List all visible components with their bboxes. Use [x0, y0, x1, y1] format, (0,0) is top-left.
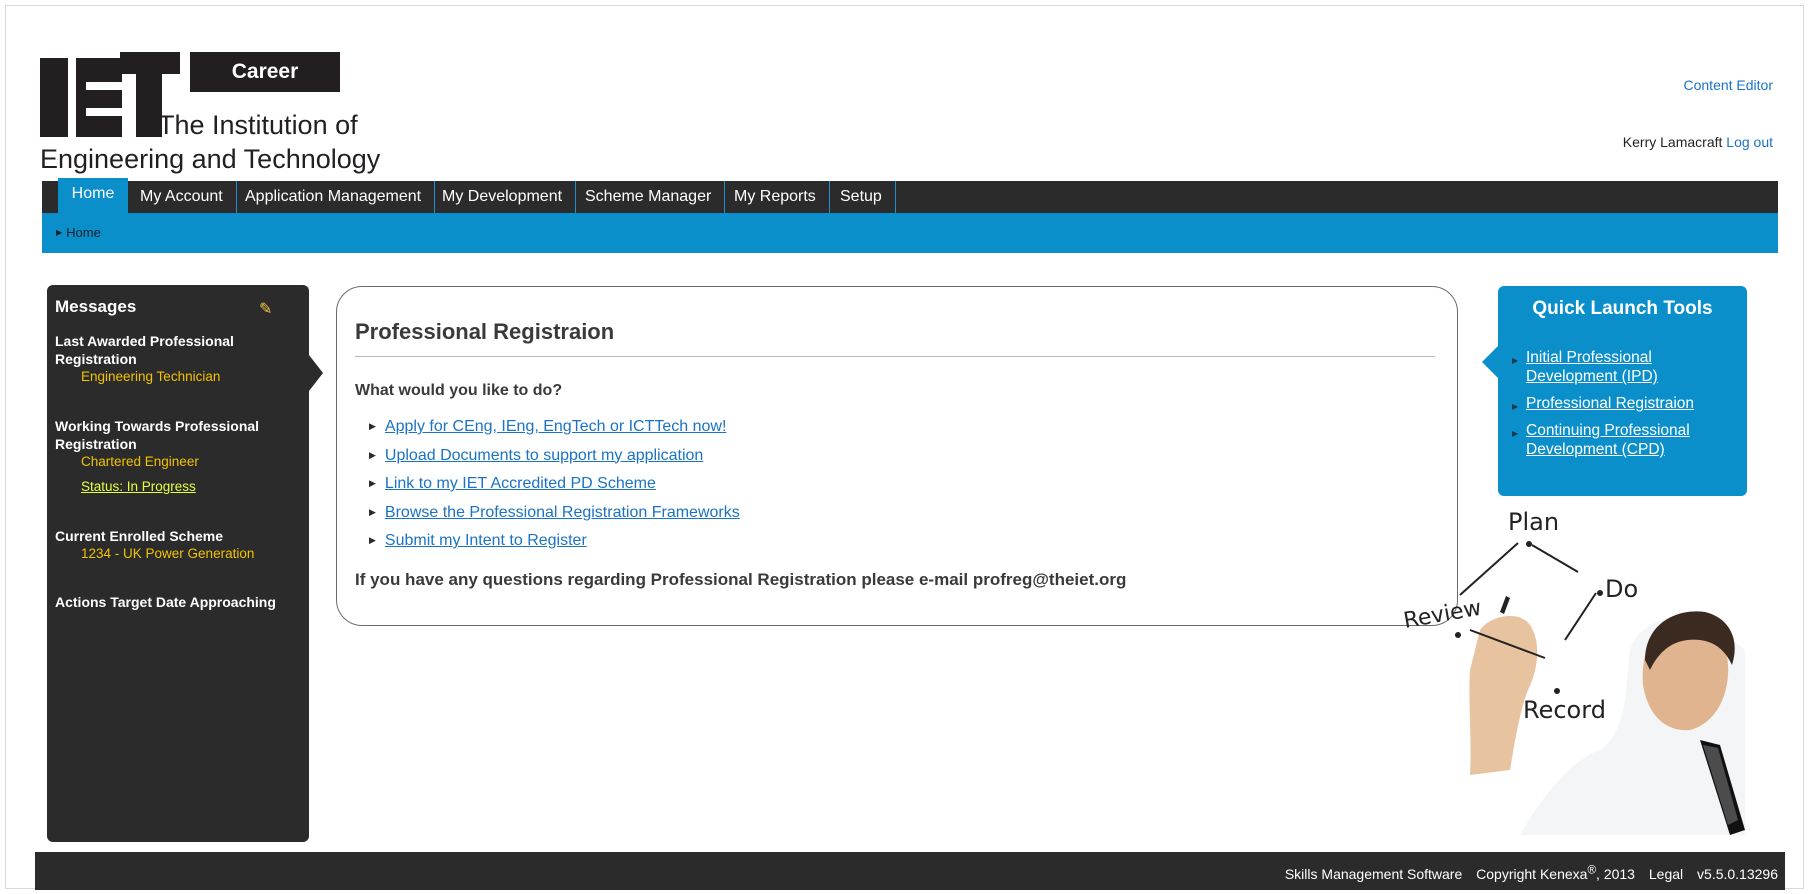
tab-home[interactable]: Home	[58, 178, 128, 213]
current-scheme-value: 1234 - UK Power Generation	[81, 546, 255, 561]
tab-application-management[interactable]: Application Management	[245, 181, 436, 213]
professional-registration-panel: Professional Registraion What would you …	[336, 286, 1458, 626]
record-label: Record	[1523, 696, 1606, 724]
footer-bar: Skills Management Software Copyright Ken…	[35, 852, 1785, 890]
list-item: Browse the Professional Registration Fra…	[369, 504, 740, 533]
tab-scheme-manager[interactable]: Scheme Manager	[585, 181, 726, 213]
quick-launch-panel: Quick Launch Tools Initial Professional …	[1482, 286, 1747, 496]
contact-text: If you have any questions regarding Prof…	[355, 570, 1127, 589]
messages-title: Messages	[55, 297, 137, 316]
plan-label: Plan	[1508, 508, 1559, 536]
iet-career-manager-logo[interactable]: Career Manager The Institution of Engine…	[40, 52, 380, 177]
list-item: Continuing Professional Development (CPD…	[1512, 421, 1737, 459]
quick-launch-title: Quick Launch Tools	[1532, 298, 1713, 319]
browse-frameworks-link[interactable]: Browse the Professional Registration Fra…	[385, 504, 740, 521]
list-item: Apply for CEng, IEng, EngTech or ICTTech…	[369, 418, 740, 447]
content-editor-link[interactable]: Content Editor	[1684, 77, 1774, 93]
action-list: Apply for CEng, IEng, EngTech or ICTTech…	[369, 418, 740, 561]
footer-copyright: Copyright Kenexa®, 2013	[1476, 863, 1635, 882]
copyright-prefix: Copyright Kenexa	[1476, 865, 1588, 882]
actions-target-label: Actions Target Date Approaching	[55, 594, 276, 610]
main-nav: Home My Account Application Management M…	[42, 178, 1778, 213]
tab-my-account[interactable]: My Account	[140, 181, 237, 213]
quick-launch-list: Initial Professional Development (IPD) P…	[1512, 348, 1737, 467]
apply-link[interactable]: Apply for CEng, IEng, EngTech or ICTTech…	[385, 418, 727, 435]
copyright-mark: ®	[1587, 863, 1597, 876]
question-heading: What would you like to do?	[355, 382, 563, 399]
tab-my-reports[interactable]: My Reports	[734, 181, 830, 213]
review-label: Review	[1402, 596, 1484, 634]
page-title: Professional Registraion	[355, 319, 615, 344]
quick-link-cpd[interactable]: Continuing Professional Development (CPD…	[1526, 422, 1690, 458]
footer-text: Skills Management Software Copyright Ken…	[1275, 863, 1778, 882]
messages-panel: Messages ✎ Last Awarded Professional Reg…	[47, 285, 323, 842]
breadcrumb-home[interactable]: Home	[56, 225, 101, 240]
quick-launch-pointer	[1482, 346, 1498, 378]
working-towards-label: Working Towards Professional Registratio…	[55, 418, 260, 452]
list-item: Upload Documents to support my applicati…	[369, 447, 740, 476]
footer-software: Skills Management Software	[1284, 865, 1463, 882]
user-info: Kerry Lamacraft Log out	[1623, 134, 1773, 150]
list-item: Submit my Intent to Register	[369, 532, 740, 561]
title-divider	[355, 356, 1435, 357]
institution-name-line1: The Institution of	[158, 110, 358, 140]
edit-pencil-icon[interactable]: ✎	[259, 299, 272, 319]
man-figure	[1469, 596, 1745, 835]
quick-link-professional-registration[interactable]: Professional Registraion	[1526, 395, 1694, 412]
list-item: Link to my IET Accredited PD Scheme	[369, 475, 740, 504]
institution-name-line2: Engineering and Technology	[40, 144, 381, 174]
link-pd-scheme-link[interactable]: Link to my IET Accredited PD Scheme	[385, 475, 656, 492]
career-manager-label: Career Manager	[190, 52, 340, 123]
breadcrumb-bar: Home	[42, 213, 1778, 253]
last-awarded-block: Last Awarded Professional Registration E…	[55, 332, 300, 386]
current-scheme-block: Current Enrolled Scheme 1234 - UK Power …	[55, 527, 300, 563]
list-item: Initial Professional Development (IPD)	[1512, 348, 1737, 386]
messages-pointer	[309, 355, 323, 391]
last-awarded-label: Last Awarded Professional Registration	[55, 333, 234, 367]
footer-version: v5.5.0.13296	[1697, 865, 1778, 882]
tab-setup[interactable]: Setup	[840, 181, 896, 213]
content-editor-link-wrap: Content Editor	[1684, 77, 1774, 93]
copyright-year: , 2013	[1596, 865, 1635, 882]
working-towards-block: Working Towards Professional Registratio…	[55, 417, 300, 496]
footer-legal-link[interactable]: Legal	[1649, 866, 1683, 882]
actions-target-block: Actions Target Date Approaching	[55, 593, 300, 611]
tab-my-development[interactable]: My Development	[442, 181, 577, 213]
submit-intent-link[interactable]: Submit my Intent to Register	[385, 532, 587, 549]
list-item: Professional Registraion	[1512, 394, 1737, 416]
quick-link-ipd[interactable]: Initial Professional Development (IPD)	[1526, 349, 1658, 385]
status-in-progress-link[interactable]: Status: In Progress	[81, 479, 196, 494]
logout-link[interactable]: Log out	[1726, 134, 1773, 150]
user-name: Kerry Lamacraft	[1622, 134, 1723, 150]
upload-documents-link[interactable]: Upload Documents to support my applicati…	[385, 447, 703, 464]
current-scheme-label: Current Enrolled Scheme	[55, 528, 224, 544]
last-awarded-value: Engineering Technician	[81, 369, 221, 384]
do-label: Do	[1605, 575, 1638, 603]
working-towards-value: Chartered Engineer	[81, 454, 199, 469]
pdrr-cycle-illustration: Plan Do Record Review	[1402, 508, 1745, 835]
